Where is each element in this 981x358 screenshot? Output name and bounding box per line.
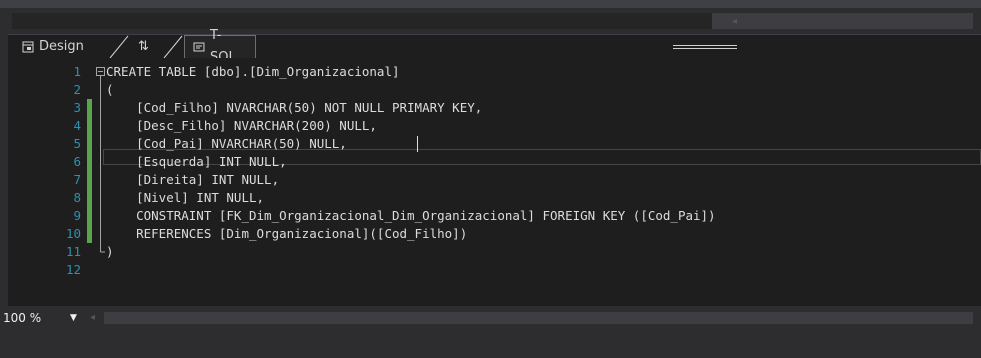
code-line[interactable]: 8 [Nivel] INT NULL, — [8, 189, 981, 207]
pane-splitter-handle[interactable] — [673, 45, 737, 49]
change-marker — [87, 225, 92, 243]
line-number: 6 — [73, 154, 81, 169]
line-number: 7 — [73, 172, 81, 187]
code-line[interactable]: 4 [Desc_Filho] NVARCHAR(200) NULL, — [8, 117, 981, 135]
line-number: 4 — [73, 118, 81, 133]
code-text[interactable]: ( — [106, 81, 114, 99]
design-icon — [22, 41, 34, 52]
line-number: 9 — [73, 208, 81, 223]
line-number: 2 — [73, 82, 81, 97]
code-line[interactable]: 3 [Cod_Filho] NVARCHAR(50) NOT NULL PRIM… — [8, 99, 981, 117]
code-text[interactable]: [Desc_Filho] NVARCHAR(200) NULL, — [106, 117, 377, 135]
code-text[interactable]: [Cod_Pai] NVARCHAR(50) NULL, — [106, 135, 354, 153]
change-marker — [87, 117, 92, 135]
change-marker — [87, 135, 92, 153]
change-marker — [87, 153, 92, 171]
tsql-icon — [193, 42, 205, 52]
bottom-panel — [0, 330, 981, 358]
code-line[interactable]: 10 REFERENCES [Dim_Organizacional]([Cod_… — [8, 225, 981, 243]
line-number: 5 — [73, 136, 81, 151]
code-line[interactable]: 11) — [8, 243, 981, 261]
fold-guide — [100, 153, 101, 171]
editor-status-bar: 100 % ▼ ◂ — [0, 306, 981, 330]
fold-guide — [100, 117, 101, 135]
top-scrollbar[interactable]: ◂ — [0, 8, 981, 34]
code-text[interactable]: CREATE TABLE [dbo].[Dim_Organizacional] — [106, 63, 400, 81]
tab-separator — [109, 35, 129, 59]
top-scrollbar-thumb[interactable] — [712, 13, 973, 29]
tab-separator — [163, 35, 183, 59]
code-line[interactable]: 12 — [8, 261, 981, 279]
code-line[interactable]: 7 [Direita] INT NULL, — [8, 171, 981, 189]
fold-guide — [96, 261, 106, 279]
code-line[interactable]: 1 CREATE TABLE [dbo].[Dim_Organizacional] — [8, 63, 981, 81]
code-text[interactable]: [Cod_Filho] NVARCHAR(50) NOT NULL PRIMAR… — [106, 99, 482, 117]
fold-guide — [100, 207, 101, 225]
tab-tsql[interactable]: T-SQL — [184, 28, 256, 65]
swap-icon: ⇅ — [138, 38, 149, 54]
line-number: 1 — [73, 64, 81, 79]
code-line[interactable]: 2( — [8, 81, 981, 99]
change-marker — [87, 207, 92, 225]
line-number: 8 — [73, 190, 81, 205]
line-number: 10 — [65, 226, 81, 241]
fold-guide — [100, 189, 101, 207]
zoom-level[interactable]: 100 % — [3, 306, 41, 330]
code-line[interactable]: 9 CONSTRAINT [FK_Dim_Organizacional_Dim_… — [8, 207, 981, 225]
collapse-icon[interactable] — [96, 63, 106, 81]
tsql-editor[interactable]: 1 CREATE TABLE [dbo].[Dim_Organizacional]… — [8, 58, 981, 306]
scroll-left-icon[interactable]: ◂ — [90, 310, 95, 326]
code-line[interactable]: 6 [Esquerda] INT NULL, — [8, 153, 981, 171]
fold-guide — [100, 99, 101, 117]
scroll-left-icon[interactable]: ◂ — [732, 16, 737, 27]
fold-guide — [100, 135, 101, 153]
zoom-dropdown-icon[interactable]: ▼ — [70, 310, 77, 326]
line-number: 11 — [65, 244, 81, 259]
top-strip — [0, 0, 981, 8]
text-caret — [417, 136, 418, 152]
code-text[interactable]: REFERENCES [Dim_Organizacional]([Cod_Fil… — [106, 225, 467, 243]
code-text[interactable]: [Nivel] INT NULL, — [106, 189, 264, 207]
fold-guide — [100, 225, 101, 243]
code-line[interactable]: 5 [Cod_Pai] NVARCHAR(50) NULL, — [8, 135, 981, 153]
tab-design-label: Design — [39, 38, 84, 54]
fold-guide — [100, 243, 105, 253]
code-text[interactable]: ) — [106, 243, 114, 261]
change-marker — [87, 99, 92, 117]
swap-panes-button[interactable]: ⇅ — [132, 35, 155, 58]
fold-guide — [100, 81, 101, 99]
line-number: 3 — [73, 100, 81, 115]
change-marker — [87, 171, 92, 189]
tab-design[interactable]: Design — [14, 35, 92, 58]
fold-guide — [100, 171, 101, 189]
horizontal-scrollbar[interactable] — [104, 312, 973, 324]
designer-tab-bar: Design ⇅ T-SQL — [8, 28, 981, 65]
code-text[interactable]: CONSTRAINT [FK_Dim_Organizacional_Dim_Or… — [106, 207, 715, 225]
line-number: 12 — [65, 262, 81, 277]
code-text[interactable]: [Direita] INT NULL, — [106, 171, 279, 189]
code-text[interactable]: [Esquerda] INT NULL, — [106, 153, 287, 171]
change-marker — [87, 189, 92, 207]
